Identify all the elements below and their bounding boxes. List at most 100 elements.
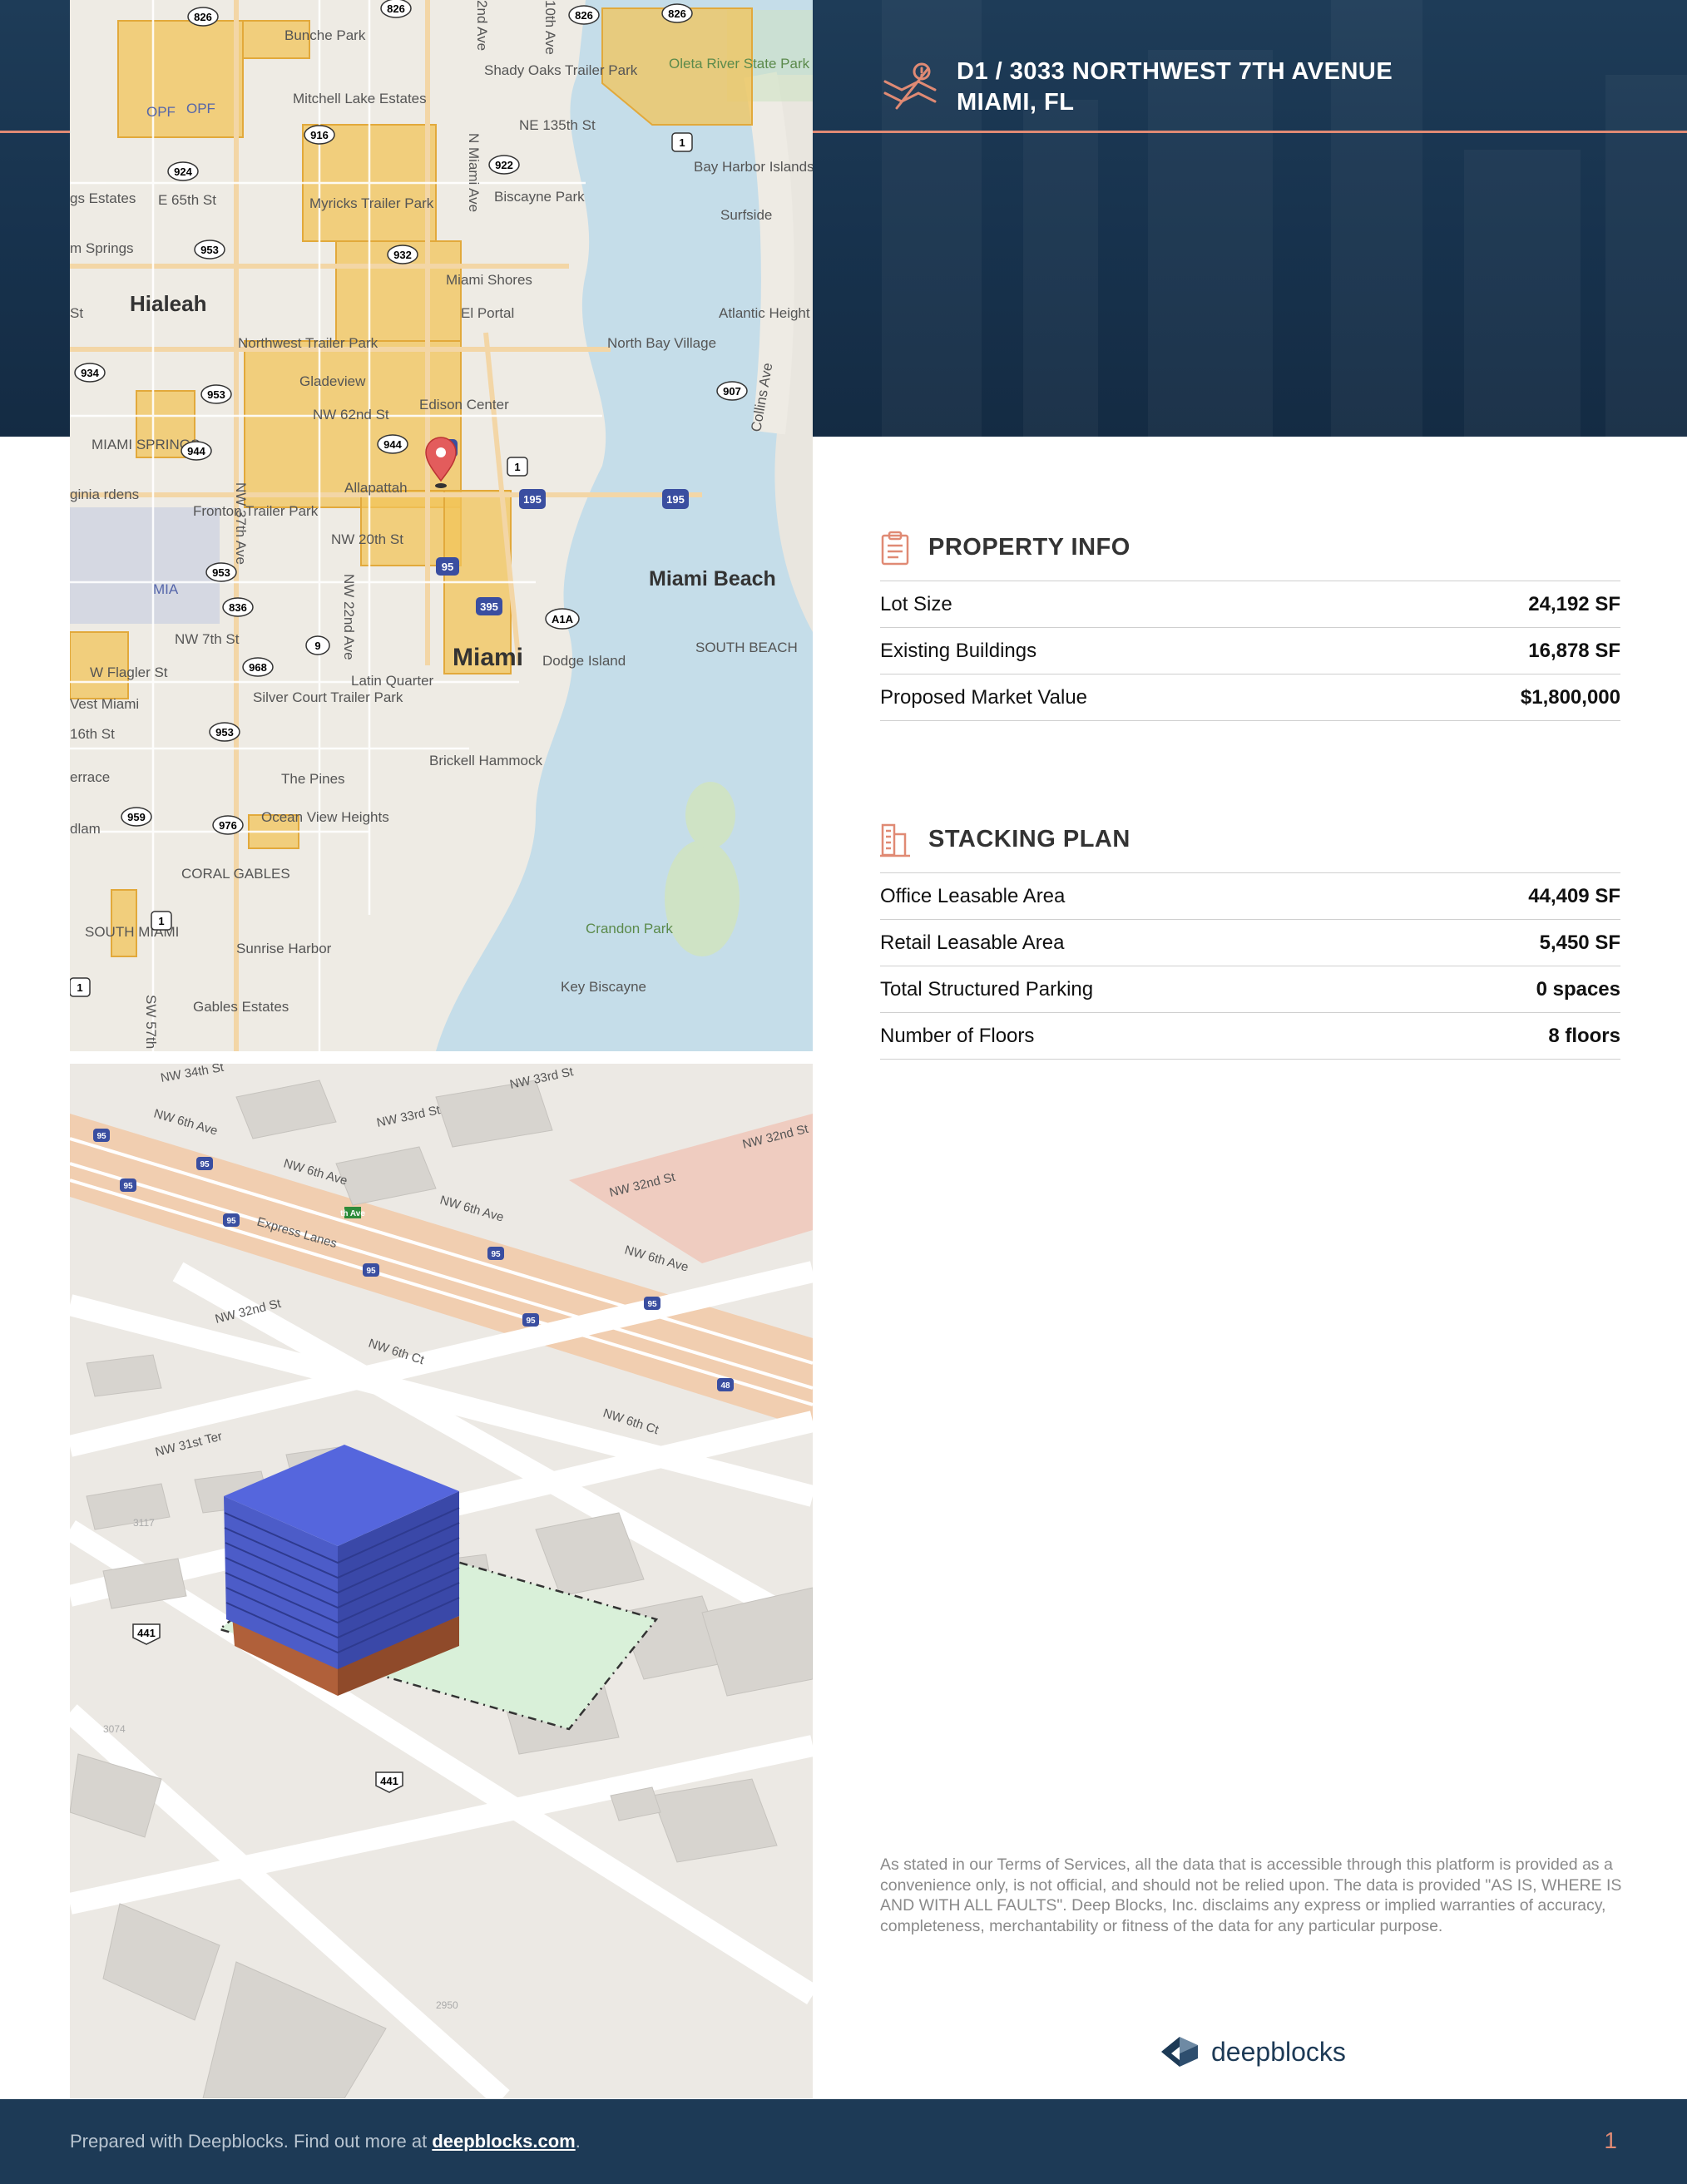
- svg-text:1: 1: [679, 136, 685, 149]
- svg-text:836: 836: [229, 601, 247, 614]
- map-label: Mitchell Lake Estates: [293, 91, 427, 106]
- stack-row: Office Leasable Area 44,409 SF: [880, 873, 1620, 920]
- svg-text:826: 826: [387, 2, 405, 15]
- logo-text: deepblocks: [1211, 2036, 1346, 2067]
- map-label: m Springs: [70, 240, 134, 256]
- svg-text:953: 953: [200, 244, 219, 256]
- map-label: Gladeview: [299, 373, 366, 389]
- svg-text:1: 1: [77, 981, 82, 994]
- stack-label: Office Leasable Area: [880, 884, 1066, 907]
- map-label: 16th St: [70, 726, 115, 742]
- svg-text:907: 907: [723, 385, 741, 398]
- route-shield: 1: [507, 457, 528, 477]
- page-number: 1: [1604, 2127, 1617, 2153]
- route-shield: 976: [212, 815, 244, 835]
- map-label: ginia rdens: [70, 487, 139, 502]
- map-label: Bunche Park: [284, 27, 366, 43]
- map-label: Silver Court Trailer Park: [253, 689, 403, 705]
- route-shield: 953: [200, 384, 232, 404]
- svg-text:826: 826: [575, 9, 593, 22]
- map-label: SW 57th: [143, 995, 159, 1049]
- map-label: Miami: [453, 644, 523, 671]
- stack-value: 8 floors: [1548, 1024, 1620, 1047]
- svg-text:95: 95: [491, 1250, 501, 1259]
- lot-number-label: 3117: [133, 1517, 155, 1529]
- svg-text:95: 95: [366, 1267, 376, 1276]
- map-label: CORAL GABLES: [181, 866, 290, 882]
- stack-value: 5,450 SF: [1539, 931, 1620, 954]
- route-shield: 826: [661, 3, 693, 23]
- route-shield: 95: [436, 557, 459, 576]
- svg-text:976: 976: [219, 819, 237, 832]
- svg-text:95: 95: [526, 1317, 536, 1326]
- svg-text:1: 1: [514, 461, 520, 473]
- footer-link[interactable]: deepblocks.com: [432, 2131, 575, 2152]
- interstate-shield: 95: [196, 1157, 213, 1170]
- interstate-shield: 95: [487, 1247, 504, 1260]
- route-shield: 944: [181, 441, 212, 461]
- lot-number-label: 2950: [436, 1999, 458, 2011]
- map-label: Brickell Hammock: [429, 753, 543, 768]
- map-label: NW 22nd Ave: [341, 574, 357, 660]
- clipboard-icon: [881, 531, 909, 566]
- stack-value: 44,409 SF: [1528, 884, 1620, 907]
- disclaimer-text: As stated in our Terms of Services, all …: [880, 1855, 1622, 1935]
- map-label: Dodge Island: [542, 653, 626, 669]
- svg-text:968: 968: [249, 661, 267, 674]
- svg-text:95: 95: [123, 1182, 133, 1191]
- route-shield: 932: [387, 245, 418, 264]
- stack-label: Number of Floors: [880, 1024, 1035, 1047]
- stack-row: Retail Leasable Area 5,450 SF: [880, 920, 1620, 966]
- map-label: NW 20th St: [331, 531, 403, 547]
- map-label: Oleta River State Park: [669, 56, 810, 72]
- map-label: Atlantic Height: [719, 305, 810, 321]
- map-label: Latin Quarter: [351, 673, 434, 689]
- map-label: Miami Shores: [446, 272, 532, 288]
- map-label: Myricks Trailer Park: [309, 195, 434, 211]
- building-icon: [880, 823, 910, 857]
- interstate-shield: 95: [93, 1129, 110, 1142]
- deepblocks-logo-icon: [1161, 2037, 1198, 2067]
- route-shield: 395: [476, 597, 502, 615]
- interstate-shield: 95: [522, 1313, 539, 1327]
- route-shield: 968: [242, 657, 274, 677]
- map-label: SOUTH BEACH: [695, 640, 798, 655]
- map-label: Shady Oaks Trailer Park: [484, 62, 638, 78]
- info-label: Existing Buildings: [880, 639, 1037, 662]
- stacking-plan-title: STACKING PLAN: [928, 826, 1130, 852]
- svg-text:A1A: A1A: [552, 613, 574, 625]
- property-info-section: PROPERTY INFO Lot Size 24,192 SF Existing…: [880, 526, 1620, 721]
- map-label: Sunrise Harbor: [236, 941, 332, 956]
- info-value: $1,800,000: [1520, 685, 1620, 709]
- map-label: Biscayne Park: [494, 189, 585, 205]
- stack-label: Total Structured Parking: [880, 977, 1094, 1001]
- crossed-map-pin-icon: [883, 62, 937, 110]
- route-shield: 9: [305, 635, 330, 655]
- svg-text:953: 953: [215, 726, 234, 739]
- info-row: Existing Buildings 16,878 SF: [880, 628, 1620, 674]
- footer-suffix: .: [575, 2131, 581, 2152]
- map-label: The Pines: [281, 771, 345, 787]
- svg-text:95: 95: [442, 561, 453, 573]
- map-label: Gables Estates: [193, 999, 289, 1015]
- route-shield: 1: [151, 911, 172, 931]
- deepblocks-logo[interactable]: deepblocks: [1158, 2031, 1346, 2073]
- route-shield: 953: [194, 240, 225, 259]
- massing-3d-view[interactable]: NW 34th St NW 33rd St NW 33rd St NW 6th …: [70, 1064, 813, 2098]
- stack-row: Total Structured Parking 0 spaces: [880, 966, 1620, 1013]
- map-label: Bay Harbor Islands: [694, 159, 813, 175]
- route-shield: 934: [74, 363, 106, 383]
- svg-text:1: 1: [158, 915, 164, 927]
- footer-prefix: Prepared with Deepblocks. Find out more …: [70, 2131, 433, 2152]
- route-shield: 959: [121, 807, 152, 827]
- route-shield: 195: [662, 489, 689, 509]
- map-label: Miami Beach: [649, 567, 776, 590]
- route-shield: 1: [70, 977, 91, 997]
- svg-text:195: 195: [523, 493, 542, 506]
- route-shield: 953: [205, 562, 237, 582]
- svg-text:th Ave: th Ave: [340, 1209, 365, 1218]
- info-label: Proposed Market Value: [880, 685, 1088, 709]
- location-map[interactable]: Bunche Park Mitchell Lake Estates Shady …: [70, 0, 813, 1051]
- map-label: 2nd Ave: [474, 0, 490, 51]
- map-label: Surfside: [720, 207, 772, 223]
